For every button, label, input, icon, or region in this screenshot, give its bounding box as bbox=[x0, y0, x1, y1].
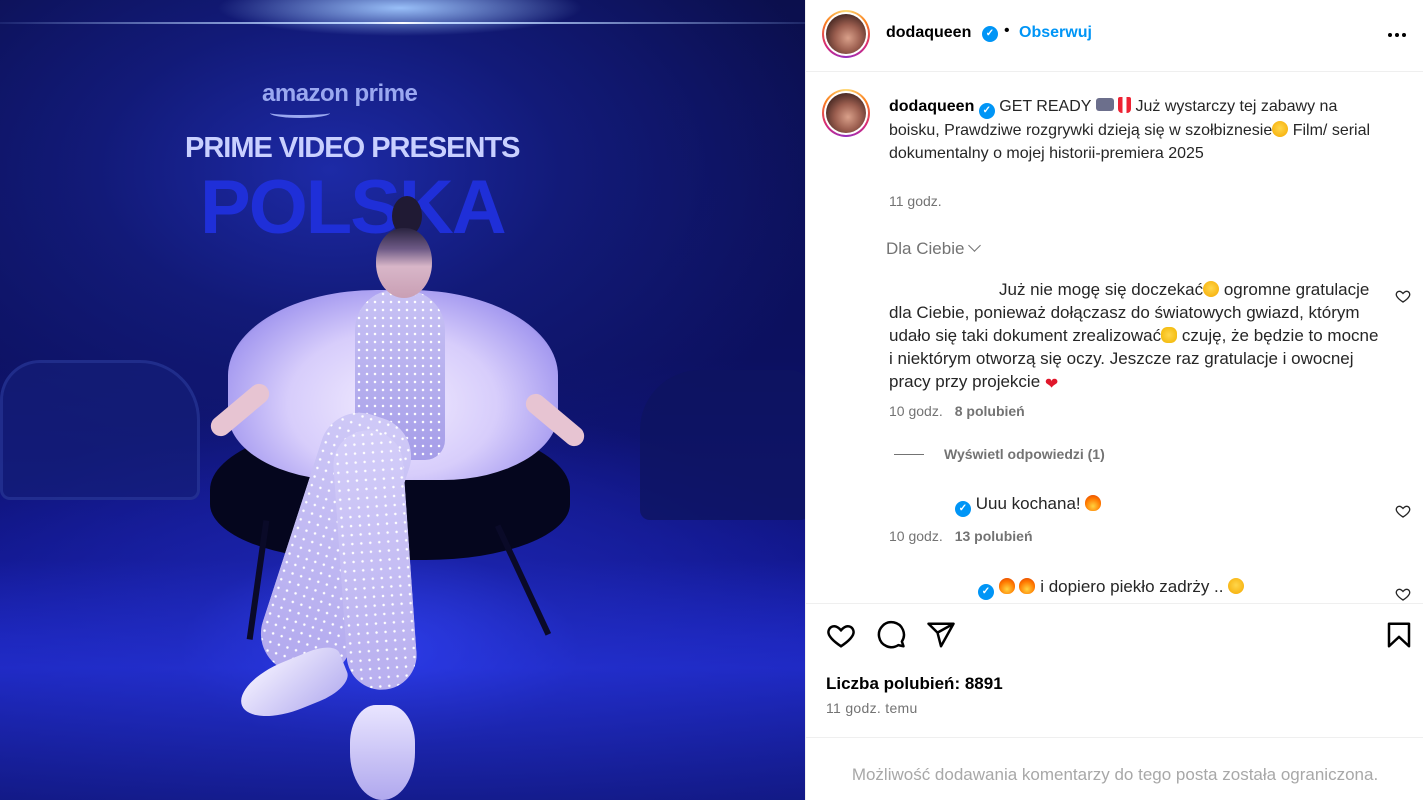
comment-item: ✓ i dopiero piekło zadrży .. bbox=[978, 577, 1245, 600]
fire-icon bbox=[998, 578, 1015, 594]
separator-dot: • bbox=[1004, 22, 1010, 39]
header-avatar[interactable] bbox=[822, 10, 870, 58]
post-panel: dodaqueen ✓ • Obserwuj dodaqueen ✓ GET R… bbox=[805, 0, 1423, 800]
comment-like-heart-icon[interactable] bbox=[1395, 503, 1411, 519]
post-caption: dodaqueen ✓ GET READY Już wystarczy tej … bbox=[889, 95, 1389, 165]
comment-timestamp[interactable]: 10 godz. bbox=[889, 528, 943, 544]
verified-badge-icon: ✓ bbox=[978, 103, 995, 119]
chevron-down-icon bbox=[968, 239, 982, 252]
popcorn-icon bbox=[1118, 97, 1132, 113]
post-actions: Liczba polubień: 8891 11 godz. temu bbox=[806, 603, 1423, 737]
brand-presents: PRIME VIDEO PRESENTS bbox=[185, 132, 521, 164]
comments-filter-dropdown[interactable]: Dla Ciebie bbox=[886, 239, 982, 259]
likes-count[interactable]: Liczba polubień: 8891 bbox=[826, 674, 1003, 694]
grinning-face-icon bbox=[1272, 121, 1289, 137]
comment-item: Już nie mogę się doczekać ogromne gratul… bbox=[889, 278, 1384, 396]
head bbox=[376, 228, 432, 298]
fire-icon bbox=[1085, 495, 1102, 511]
caption-username-link[interactable]: dodaqueen bbox=[889, 98, 974, 115]
brand-polska: POLSKA bbox=[200, 165, 507, 250]
comment-timestamp[interactable]: 10 godz. bbox=[889, 403, 943, 419]
follow-button[interactable]: Obserwuj bbox=[1019, 24, 1092, 42]
replies-divider bbox=[894, 454, 924, 455]
comment-like-heart-icon[interactable] bbox=[1395, 288, 1411, 304]
header-username-link[interactable]: dodaqueen bbox=[886, 24, 971, 42]
verified-badge-icon: ✓ bbox=[955, 501, 971, 517]
avatar-image bbox=[826, 14, 866, 54]
comment-likes-count[interactable]: 13 polubień bbox=[955, 528, 1033, 544]
comment-item: ✓ Uuu kochana! bbox=[955, 494, 1102, 517]
bookmark-icon[interactable] bbox=[1384, 620, 1414, 650]
brand-amazon-prime: amazon prime bbox=[262, 80, 418, 107]
shoe bbox=[350, 705, 415, 800]
background-chair-right bbox=[640, 370, 805, 520]
post-photo[interactable]: amazon prime PRIME VIDEO PRESENTS POLSKA bbox=[0, 0, 805, 800]
post-header: dodaqueen ✓ • Obserwuj bbox=[806, 0, 1423, 72]
pleading-face-icon bbox=[1203, 281, 1220, 297]
comments-scroll-area[interactable]: dodaqueen ✓ GET READY Już wystarczy tej … bbox=[806, 73, 1423, 603]
comment-text: Już nie mogę się doczekać bbox=[999, 280, 1204, 299]
comments-filter-label: Dla Ciebie bbox=[886, 239, 965, 258]
comments-restricted-notice: Możliwość dodawania komentarzy do tego p… bbox=[851, 765, 1379, 784]
clapping-hands-icon bbox=[1161, 327, 1178, 343]
comment-meta: 10 godz. 8 polubień bbox=[889, 403, 1025, 419]
heart-icon[interactable] bbox=[826, 620, 856, 650]
caption-timestamp[interactable]: 11 godz. bbox=[889, 193, 942, 209]
comment-text: i dopiero piekło zadrży .. bbox=[1035, 577, 1229, 596]
red-heart-icon: ❤ bbox=[1044, 376, 1059, 393]
comment-likes-count[interactable]: 8 polubień bbox=[955, 403, 1025, 419]
view-replies-label: Wyświetl odpowiedzi (1) bbox=[944, 446, 1105, 462]
avatar-image bbox=[826, 93, 866, 133]
fire-icon bbox=[1019, 578, 1036, 594]
comment-text: Uuu kochana! bbox=[975, 494, 1086, 513]
more-options-icon[interactable] bbox=[1384, 22, 1410, 48]
movie-camera-icon bbox=[1095, 98, 1114, 111]
amazon-smile-logo bbox=[270, 108, 330, 118]
laughing-face-icon bbox=[1228, 578, 1245, 594]
comments-footer: Możliwość dodawania komentarzy do tego p… bbox=[806, 737, 1423, 800]
comment-icon[interactable] bbox=[876, 620, 906, 650]
comment-meta: 10 godz. 13 polubień bbox=[889, 528, 1033, 544]
stage-light bbox=[0, 22, 805, 24]
view-replies-button[interactable]: Wyświetl odpowiedzi (1) bbox=[894, 446, 1105, 462]
caption-text: GET READY bbox=[999, 98, 1092, 115]
comment-like-heart-icon[interactable] bbox=[1395, 586, 1411, 602]
verified-badge-icon: ✓ bbox=[978, 584, 994, 600]
background-chair-left bbox=[0, 360, 200, 500]
caption-avatar[interactable] bbox=[822, 89, 870, 137]
verified-badge-icon: ✓ bbox=[982, 26, 998, 42]
post-timestamp[interactable]: 11 godz. temu bbox=[826, 700, 918, 716]
share-icon[interactable] bbox=[926, 620, 956, 650]
